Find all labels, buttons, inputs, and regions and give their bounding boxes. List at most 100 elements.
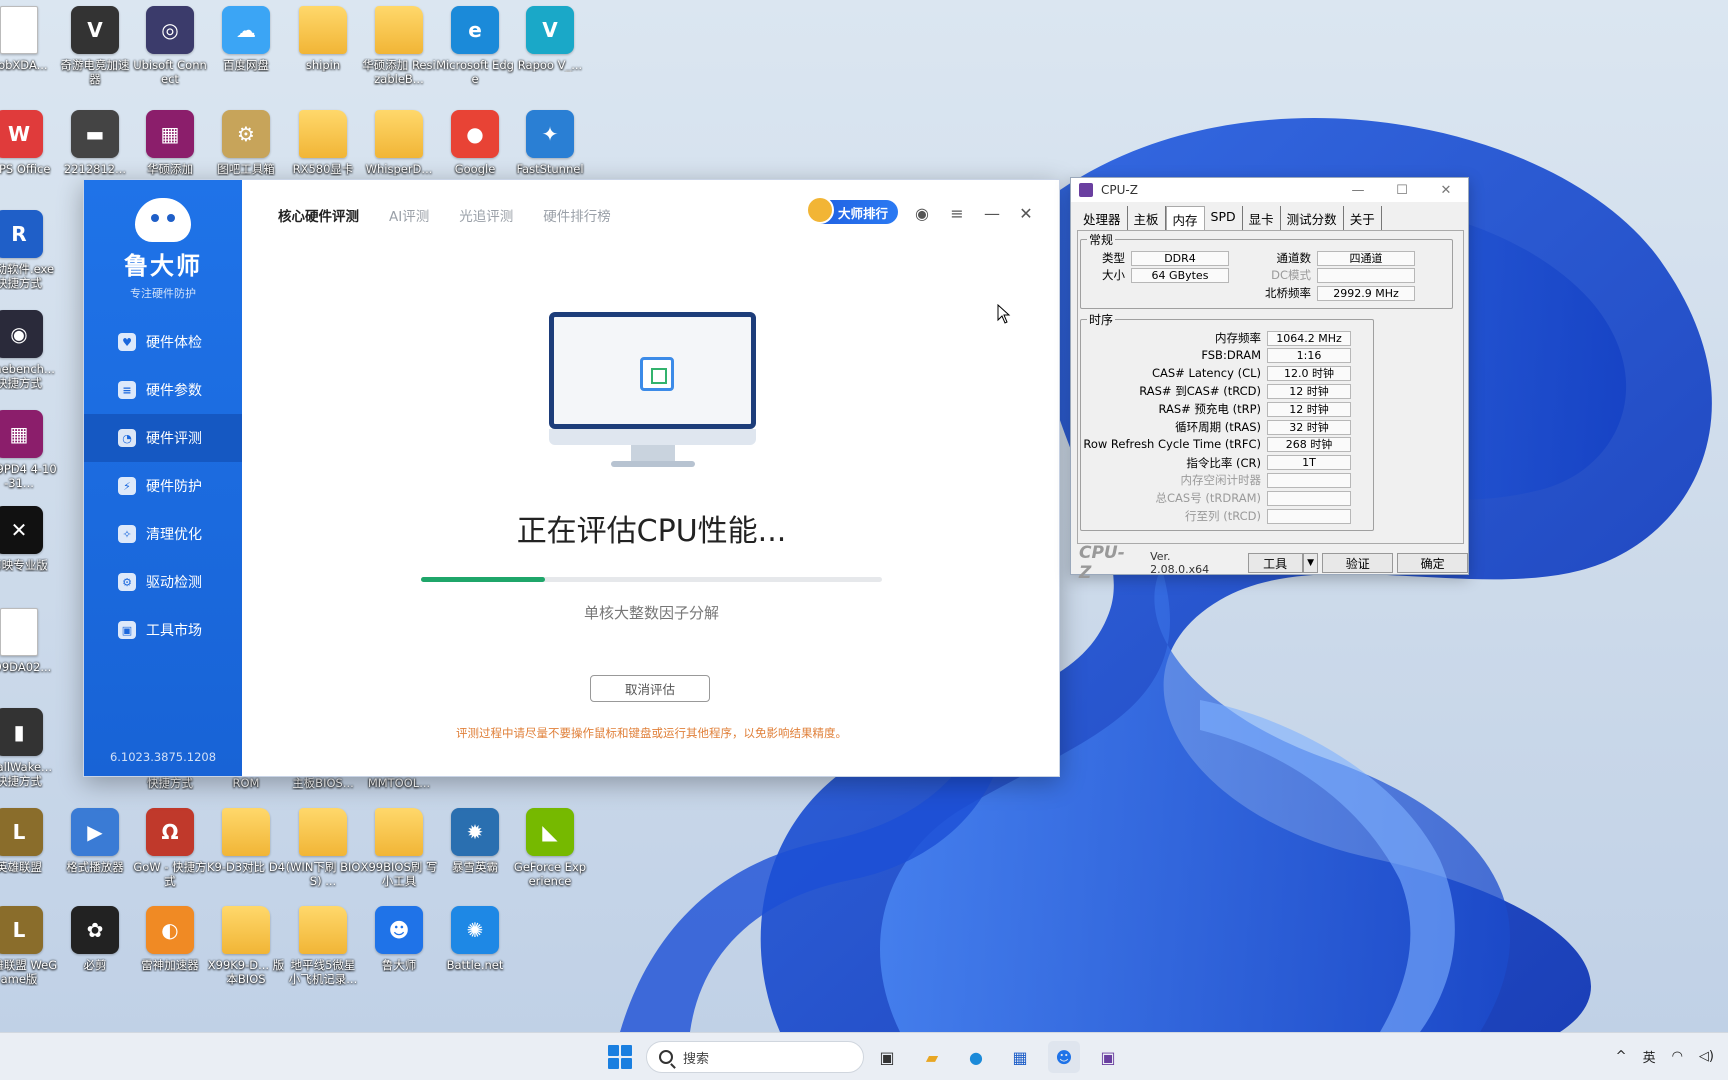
- capcut-icon: ✕: [0, 506, 43, 554]
- timing-value: 268 时钟: [1267, 436, 1351, 452]
- taskbar-search[interactable]: 搜索: [646, 1041, 864, 1073]
- edge-icon[interactable]: ●: [960, 1041, 992, 1073]
- ok-button[interactable]: 确定: [1397, 553, 1468, 573]
- desktop-icon[interactable]: shipin: [284, 6, 362, 72]
- tab-mainboard[interactable]: 主板: [1128, 206, 1166, 232]
- desktop-icon[interactable]: ◎ Ubisoft Connect: [131, 6, 209, 86]
- desktop-icon[interactable]: ✺ Battle.net: [436, 906, 514, 972]
- sidebar-item-health-check[interactable]: ♥ 硬件体检: [84, 318, 242, 366]
- folder-icon: [299, 110, 347, 158]
- timing-value: 12.0 时钟: [1267, 365, 1351, 381]
- desktop-icon[interactable]: WWPS Office: [0, 110, 58, 176]
- user-icon[interactable]: ◉: [911, 202, 933, 224]
- driver-app-icon: R: [0, 210, 43, 258]
- file-explorer-icon[interactable]: ▰: [916, 1041, 948, 1073]
- monitor-chin: [549, 429, 756, 445]
- store-icon[interactable]: ▦: [1004, 1041, 1036, 1073]
- minimize-icon[interactable]: —: [981, 202, 1003, 224]
- tab-ai-benchmark[interactable]: AI评测: [389, 205, 429, 225]
- desktop-icon[interactable]: ☻ 鲁大师: [360, 906, 438, 972]
- desktop-icon[interactable]: V 奇游电竞加速器: [56, 6, 134, 86]
- desktop-icon[interactable]: L 英雄联盟: [0, 808, 58, 874]
- desktop-icon[interactable]: e Microsoft Edge: [436, 6, 514, 86]
- desktop-icon[interactable]: ▮WallWake... 快捷方式: [0, 708, 58, 788]
- tab-graphics[interactable]: 显卡: [1243, 206, 1281, 232]
- tab-core-benchmark[interactable]: 核心硬件评测: [278, 205, 359, 225]
- tab-bench[interactable]: 测试分数: [1281, 206, 1344, 232]
- desktop-icon[interactable]: K9-D3对比 D4: [207, 808, 285, 874]
- desktop-icon[interactable]: X99DA02...: [0, 608, 58, 674]
- sidebar-item-label: 工具市场: [146, 623, 202, 639]
- sidebar-item-protection[interactable]: ⚡ 硬件防护: [84, 462, 242, 510]
- menu-icon[interactable]: ≡: [946, 202, 968, 224]
- desktop-icon[interactable]: ✦ FastStunnel: [511, 110, 589, 176]
- desktop-icon[interactable]: ◉Cinebench... 快捷方式: [0, 310, 58, 390]
- desktop-icon[interactable]: V Rapoo V_...: [511, 6, 589, 72]
- sidebar-item-driver[interactable]: ⚙ 驱动检测: [84, 558, 242, 606]
- tray-overflow-icon[interactable]: ^: [1616, 1049, 1627, 1064]
- ludashi-taskbar-icon[interactable]: ☻: [1048, 1041, 1080, 1073]
- desktop-icon[interactable]: RX580显卡: [284, 110, 362, 176]
- desktop-icon[interactable]: ✿ 必剪: [56, 906, 134, 972]
- desktop-icon[interactable]: X99K9-D... 版本BIOS: [207, 906, 285, 986]
- desktop-icon[interactable]: 地平线5微星 小飞机记录...: [284, 906, 362, 986]
- timing-label: 内存空闲计时器: [1180, 473, 1262, 488]
- input-language[interactable]: 英: [1643, 1047, 1656, 1066]
- tab-raytracing-benchmark[interactable]: 光追评测: [459, 205, 513, 225]
- maximize-icon[interactable]: ☐: [1380, 183, 1424, 198]
- desktop-icon[interactable]: 华硕添加 ResizableB...: [360, 6, 438, 86]
- tab-hardware-ranking[interactable]: 硬件排行榜: [543, 205, 611, 225]
- desktop-icon[interactable]: ▶ 格式播放器: [56, 808, 134, 874]
- sidebar-item-label: 硬件体检: [146, 335, 202, 351]
- desktop-icon[interactable]: ☁ 百度网盘: [207, 6, 285, 72]
- desktop-icon[interactable]: ▦X99PD4 4-10-31...: [0, 410, 58, 490]
- sidebar-item-hardware-params[interactable]: ≡ 硬件参数: [84, 366, 242, 414]
- desktop-icon[interactable]: ✕剪映专业版: [0, 506, 58, 572]
- minimize-icon[interactable]: —: [1336, 183, 1380, 198]
- desktop-icon[interactable]: ● Google: [436, 110, 514, 176]
- timings-group-label: 时序: [1087, 311, 1116, 328]
- sidebar-item-cleanup[interactable]: ✧ 清理优化: [84, 510, 242, 558]
- ludashi-sidebar: 鲁大师 专注硬件防护 ♥ 硬件体检 ≡ 硬件参数 ◔ 硬件评测 ⚡ 硬件防护 ✧ 清理优化…: [84, 180, 242, 776]
- start-button[interactable]: [608, 1045, 632, 1069]
- tab-processor[interactable]: 处理器: [1077, 206, 1128, 232]
- lol-icon: L: [0, 808, 43, 856]
- master-ranking-button[interactable]: 大师排行: [806, 196, 898, 224]
- tab-about[interactable]: 关于: [1344, 206, 1382, 232]
- desktop-icon[interactable]: ✹ 暴雪英霸: [436, 808, 514, 874]
- sidebar-item-benchmark[interactable]: ◔ 硬件评测: [84, 414, 242, 462]
- cancel-benchmark-button[interactable]: 取消评估: [590, 675, 710, 702]
- close-icon[interactable]: ✕: [1424, 183, 1468, 198]
- desktop-icon[interactable]: L英雄联盟 WeGame版: [0, 906, 58, 986]
- benchmark-tabs: 核心硬件评测 AI评测 光追评测 硬件排行榜: [278, 205, 611, 225]
- task-view-icon[interactable]: ▣: [871, 1041, 903, 1073]
- desktop-icon[interactable]: WhisperD...: [360, 110, 438, 176]
- desktop-icon[interactable]: ◣ GeForce Experience: [511, 808, 589, 888]
- desktop-icon[interactable]: ◐ 雷神加速器: [131, 906, 209, 972]
- desktop-icon[interactable]: ⚙ 图吧工具箱: [207, 110, 285, 176]
- file-icon: [0, 6, 38, 54]
- desktop-icon-label: ROM: [232, 776, 260, 790]
- desktop-icon[interactable]: X99BIOS刷 写小工具: [360, 808, 438, 888]
- tab-memory[interactable]: 内存: [1165, 206, 1205, 232]
- validate-button[interactable]: 验证: [1322, 553, 1394, 573]
- desktop-icon[interactable]: R驱动软件.exe 快捷方式: [0, 210, 58, 290]
- tab-spd[interactable]: SPD: [1205, 206, 1243, 232]
- desktop-icon[interactable]: ▬ 2212812...: [56, 110, 134, 176]
- timing-row: RAS# 到CAS# (tRCD) 12 时钟: [1081, 383, 1351, 399]
- window-controls: — ☐ ✕: [1336, 183, 1468, 198]
- cpuz-memory-panel: 常规 类型 DDR4 大小 64 GBytes 通道数 四通道 DC模式 北桥频率 29…: [1077, 230, 1464, 544]
- tools-dropdown-icon[interactable]: ▼: [1302, 553, 1319, 573]
- general-group-label: 常规: [1087, 231, 1116, 248]
- desktop-icon[interactable]: ▦ 华硕添加: [131, 110, 209, 176]
- battlenet-icon: ✺: [451, 906, 499, 954]
- cpuz-taskbar-icon[interactable]: ▣: [1092, 1041, 1124, 1073]
- volume-icon[interactable]: ◁): [1699, 1049, 1714, 1064]
- close-icon[interactable]: ✕: [1015, 202, 1037, 224]
- desktop-icon[interactable]: (WIN下刷 BIOS) ...: [284, 808, 362, 888]
- sidebar-item-toolbox[interactable]: ▣ 工具市场: [84, 606, 242, 654]
- wifi-icon[interactable]: ◠: [1672, 1049, 1683, 1064]
- desktop-icon[interactable]: Ω GoW - 快捷方式: [131, 808, 209, 888]
- tools-button[interactable]: 工具: [1247, 553, 1303, 573]
- desktop-icon[interactable]: AobXDA...: [0, 6, 58, 72]
